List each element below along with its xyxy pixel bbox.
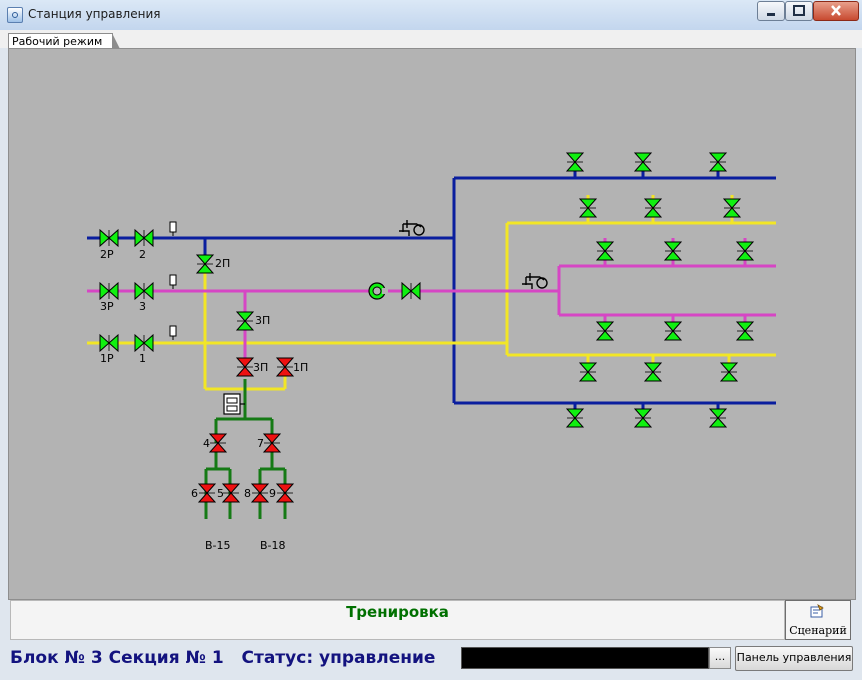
filter-block-icon	[223, 393, 245, 415]
tab-work-mode[interactable]: Рабочий режим	[8, 33, 121, 49]
valve-blue-bottom-3[interactable]	[709, 408, 727, 428]
valve-6[interactable]	[198, 483, 216, 503]
valve-blue-bottom-2[interactable]	[634, 408, 652, 428]
outlet-label-left: В-15	[205, 539, 231, 552]
valve-label: 5	[217, 487, 224, 500]
valve-yellow-top-3[interactable]	[723, 198, 741, 218]
valve-7[interactable]	[263, 433, 281, 453]
scenario-icon	[810, 604, 824, 618]
valve-5[interactable]	[222, 483, 240, 503]
valve-blue-bottom-1[interactable]	[566, 408, 584, 428]
valve-3p-red[interactable]	[236, 357, 254, 377]
valve-3p-yellow[interactable]	[236, 311, 254, 331]
valve-yellow-bottom-3[interactable]	[720, 362, 738, 382]
mode-text: Тренировка	[346, 603, 449, 621]
maximize-icon	[793, 5, 805, 16]
scenario-button[interactable]: Сценарий	[785, 600, 851, 640]
minimize-button[interactable]	[757, 1, 785, 21]
valve-label: 1	[139, 352, 146, 365]
pump-icon	[398, 219, 425, 237]
scenario-label: Сценарий	[789, 624, 847, 637]
valve-9[interactable]	[276, 483, 294, 503]
pressure-sensor-icon	[169, 274, 177, 290]
valve-blue-top-3[interactable]	[709, 152, 727, 172]
valve-label: 7	[257, 437, 264, 450]
valve-label: 6	[191, 487, 198, 500]
valve-2r[interactable]	[99, 229, 119, 247]
valve-yellow-top-1[interactable]	[579, 198, 597, 218]
message-panel: Тренировка	[10, 600, 785, 640]
valve-8[interactable]	[251, 483, 269, 503]
valve-label: 1Р	[100, 352, 114, 365]
window-titlebar: Станция управления	[0, 0, 862, 31]
valve-label: 3П	[253, 361, 268, 374]
valve-pink-main[interactable]	[401, 282, 421, 300]
valve-1p[interactable]	[276, 357, 294, 377]
valve-pink-bottom-3[interactable]	[736, 321, 754, 341]
valve-pink-top-1[interactable]	[596, 241, 614, 261]
valve-label: 9	[269, 487, 276, 500]
valve-label: 3Р	[100, 300, 114, 313]
tab-strip: Рабочий режим	[0, 30, 862, 49]
valve-label: 4	[203, 437, 210, 450]
valve-pink-top-2[interactable]	[664, 241, 682, 261]
valve-label: 1П	[293, 361, 308, 374]
close-icon	[831, 5, 841, 16]
command-field[interactable]	[461, 647, 709, 669]
valve-3r[interactable]	[99, 282, 119, 300]
outlet-label-right: В-18	[260, 539, 286, 552]
valve-label: 3П	[255, 314, 270, 327]
valve-label: 2П	[215, 257, 230, 270]
check-valve-icon[interactable]	[368, 282, 388, 300]
valve-yellow-top-2[interactable]	[644, 198, 662, 218]
valve-2p[interactable]	[196, 254, 214, 274]
status-bar: Блок № 3 Секция № 1 Статус: управление .…	[0, 642, 862, 680]
valve-yellow-bottom-1[interactable]	[579, 362, 597, 382]
valve-4[interactable]	[209, 433, 227, 453]
valve-pink-bottom-1[interactable]	[596, 321, 614, 341]
valve-label: 2Р	[100, 248, 114, 261]
pressure-sensor-icon	[169, 325, 177, 341]
pressure-sensor-icon	[169, 221, 177, 237]
valve-3[interactable]	[134, 282, 154, 300]
valve-pink-bottom-2[interactable]	[664, 321, 682, 341]
pump-icon	[521, 272, 548, 290]
app-icon	[7, 7, 23, 23]
mnemonic-diagram: 2Р 2 3Р 3 1Р 1 2П 3П 3П 1П 4 7 6 5 8 9 В…	[8, 48, 856, 600]
valve-label: 8	[244, 487, 251, 500]
control-panel-button[interactable]: Панель управления	[735, 646, 853, 671]
valve-blue-top-1[interactable]	[566, 152, 584, 172]
close-button[interactable]	[813, 1, 859, 21]
maximize-button[interactable]	[785, 1, 813, 21]
valve-pink-top-3[interactable]	[736, 241, 754, 261]
valve-label: 3	[139, 300, 146, 313]
valve-label: 2	[139, 248, 146, 261]
valve-blue-top-2[interactable]	[634, 152, 652, 172]
minimize-icon	[767, 13, 775, 16]
pipeline-scheme: 2Р 2 3Р 3 1Р 1 2П 3П 3П 1П 4 7 6 5 8 9 В…	[87, 152, 776, 552]
browse-button[interactable]: ...	[709, 647, 731, 669]
valve-2[interactable]	[134, 229, 154, 247]
valve-1[interactable]	[134, 334, 154, 352]
window-title: Станция управления	[28, 7, 161, 21]
valve-yellow-bottom-2[interactable]	[644, 362, 662, 382]
valve-1r[interactable]	[99, 334, 119, 352]
status-text: Блок № 3 Секция № 1 Статус: управление	[10, 648, 436, 668]
